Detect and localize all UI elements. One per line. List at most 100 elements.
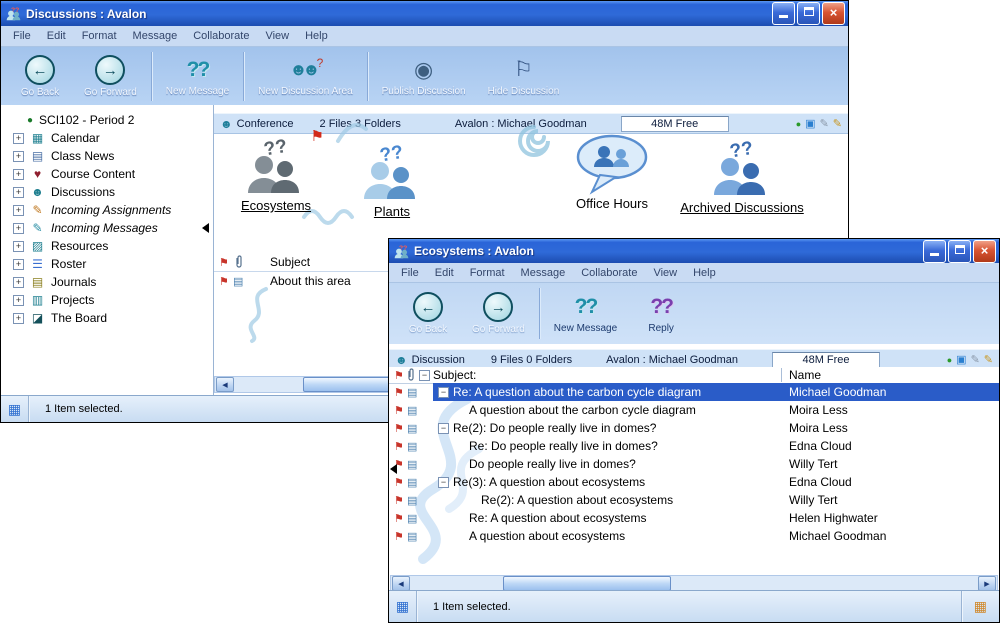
close-button[interactable]: ×: [973, 240, 996, 263]
new-message-button[interactable]: ??New Message: [155, 47, 240, 106]
go-forward-button[interactable]: →Go Forward: [73, 47, 148, 106]
expand-plus-icon[interactable]: +: [13, 313, 24, 324]
column-divider[interactable]: [781, 368, 782, 382]
menu-file[interactable]: File: [393, 265, 427, 281]
go-back-button[interactable]: ←Go Back: [7, 47, 73, 106]
expand-plus-icon[interactable]: +: [13, 169, 24, 180]
desktop-icon-office-hours[interactable]: Office Hours: [555, 133, 669, 211]
flag-icon: ⚑: [394, 512, 404, 525]
message-row-9[interactable]: ⚑▤A question about ecosystemsMichael Goo…: [389, 527, 999, 545]
journals-icon: ▤: [30, 275, 45, 289]
message-row-7[interactable]: ⚑▤Re(2): A question about ecosystemsWill…: [389, 491, 999, 509]
expand-plus-icon[interactable]: +: [13, 259, 24, 270]
collapse-all-icon[interactable]: −: [419, 370, 430, 381]
menu-message[interactable]: Message: [513, 265, 574, 281]
go-forward-button[interactable]: →Go Forward: [461, 283, 536, 344]
tree-item-the-board[interactable]: +◪The Board: [1, 309, 213, 327]
menu-view[interactable]: View: [257, 28, 297, 44]
message-row-8[interactable]: ⚑▤Re: A question about ecosystemsHelen H…: [389, 509, 999, 527]
online-dot-icon[interactable]: ●: [947, 355, 952, 365]
tree-item-course-content[interactable]: +♥Course Content: [1, 165, 213, 183]
close-button[interactable]: ×: [822, 2, 845, 25]
message-doc-icon: ▤: [407, 530, 417, 543]
online-dot-icon[interactable]: ●: [796, 119, 801, 129]
maximize-button[interactable]: [797, 2, 820, 25]
message-row-3[interactable]: ⚑▤−Re(2): Do people really live in domes…: [389, 419, 999, 437]
view-mode-cell[interactable]: ▦: [1, 396, 29, 422]
tree-item-roster[interactable]: +☰Roster: [1, 255, 213, 273]
menu-edit[interactable]: Edit: [427, 265, 462, 281]
menu-edit[interactable]: Edit: [39, 28, 74, 44]
expand-plus-icon[interactable]: +: [13, 241, 24, 252]
splitter-collapse-arrow[interactable]: [202, 223, 209, 233]
tree-item-journals[interactable]: +▤Journals: [1, 273, 213, 291]
split-view-icon[interactable]: ▣: [805, 117, 815, 130]
tree-item-calendar[interactable]: +▦Calendar: [1, 129, 213, 147]
scroll-left-button[interactable]: ◀: [392, 576, 410, 591]
view-mode-cell[interactable]: ▦: [389, 591, 417, 622]
flag-column-icon[interactable]: ⚑: [394, 369, 404, 382]
tree-item-incoming-messages[interactable]: +✎Incoming Messages: [1, 219, 213, 237]
expand-plus-icon[interactable]: +: [13, 151, 24, 162]
title-bar[interactable]: ?? Ecosystems : Avalon ×: [389, 239, 999, 263]
menu-file[interactable]: File: [5, 28, 39, 44]
scroll-left-button[interactable]: ◀: [216, 377, 234, 392]
scroll-thumb[interactable]: [303, 377, 393, 392]
edit-pencil-icon[interactable]: ✎: [971, 353, 980, 366]
menu-format[interactable]: Format: [74, 28, 125, 44]
attachment-column-icon[interactable]: [234, 255, 244, 272]
collapse-thread-icon[interactable]: −: [438, 423, 449, 434]
desktop-icon-plants[interactable]: ??Plants: [342, 141, 442, 219]
split-view-icon[interactable]: ▣: [956, 353, 966, 366]
menu-collaborate[interactable]: Collaborate: [185, 28, 257, 44]
message-row-4[interactable]: ⚑▤Re: Do people really live in domes?Edn…: [389, 437, 999, 455]
expand-plus-icon[interactable]: +: [13, 295, 24, 306]
splitter-collapse-arrow[interactable]: [390, 464, 397, 474]
tree-item-class-news[interactable]: +▤Class News: [1, 147, 213, 165]
message-row-1[interactable]: ⚑▤−Re: A question about the carbon cycle…: [389, 383, 999, 401]
minimize-button[interactable]: [772, 2, 795, 25]
layout-cell[interactable]: ▦: [961, 591, 999, 622]
flag-column-icon[interactable]: ⚑: [219, 256, 229, 269]
expand-plus-icon[interactable]: +: [13, 277, 24, 288]
scroll-thumb[interactable]: [503, 576, 671, 591]
expand-plus-icon[interactable]: +: [13, 133, 24, 144]
expand-plus-icon[interactable]: +: [13, 187, 24, 198]
go-back-button[interactable]: ←Go Back: [395, 283, 461, 344]
desktop-icon-archived-discussions[interactable]: ??Archived Discussions: [662, 137, 822, 215]
tree-item-discussions[interactable]: +☻Discussions: [1, 183, 213, 201]
minimize-button[interactable]: [923, 240, 946, 263]
menu-format[interactable]: Format: [462, 265, 513, 281]
reply-button[interactable]: ??Reply: [628, 283, 694, 344]
menu-help[interactable]: Help: [685, 265, 724, 281]
message-row-2[interactable]: ⚑▤A question about the carbon cycle diag…: [389, 401, 999, 419]
tree-item-incoming-assignments[interactable]: +✎Incoming Assignments: [1, 201, 213, 219]
expand-plus-icon[interactable]: +: [13, 223, 24, 234]
menu-view[interactable]: View: [645, 265, 685, 281]
collapse-thread-icon[interactable]: −: [438, 477, 449, 488]
name-column-label[interactable]: Name: [789, 368, 821, 382]
title-bar[interactable]: ?? Discussions : Avalon ×: [1, 1, 848, 26]
subject-column-label[interactable]: Subject: [270, 255, 310, 269]
tree-item-projects[interactable]: +▥Projects: [1, 291, 213, 309]
scroll-right-button[interactable]: ▶: [978, 576, 996, 591]
new-discussion-area-button[interactable]: ☻☻?New Discussion Area: [247, 47, 363, 106]
message-row-5[interactable]: ⚑▤Do people really live in domes?Willy T…: [389, 455, 999, 473]
desktop-icon-ecosystems[interactable]: ??⚑Ecosystems: [216, 135, 336, 213]
collapse-thread-icon[interactable]: −: [438, 387, 449, 398]
edit-pencil-icon[interactable]: ✎: [820, 117, 829, 130]
approve-pencil-icon[interactable]: ✎: [984, 353, 993, 366]
message-row-6[interactable]: ⚑▤−Re(3): A question about ecosystemsEdn…: [389, 473, 999, 491]
publish-discussion-button[interactable]: ◉Publish Discussion: [371, 47, 477, 106]
new-message-button[interactable]: ??New Message: [543, 283, 628, 344]
menu-collaborate[interactable]: Collaborate: [573, 265, 645, 281]
tree-item-resources[interactable]: +▨Resources: [1, 237, 213, 255]
maximize-button[interactable]: [948, 240, 971, 263]
approve-pencil-icon[interactable]: ✎: [833, 117, 842, 130]
expand-plus-icon[interactable]: +: [13, 205, 24, 216]
tree-root-sci102[interactable]: ●SCI102 - Period 2: [1, 111, 213, 129]
subject-column-label[interactable]: Subject:: [433, 368, 476, 382]
menu-message[interactable]: Message: [125, 28, 186, 44]
menu-help[interactable]: Help: [297, 28, 336, 44]
hide-discussion-button[interactable]: ⚐Hide Discussion: [477, 47, 571, 106]
